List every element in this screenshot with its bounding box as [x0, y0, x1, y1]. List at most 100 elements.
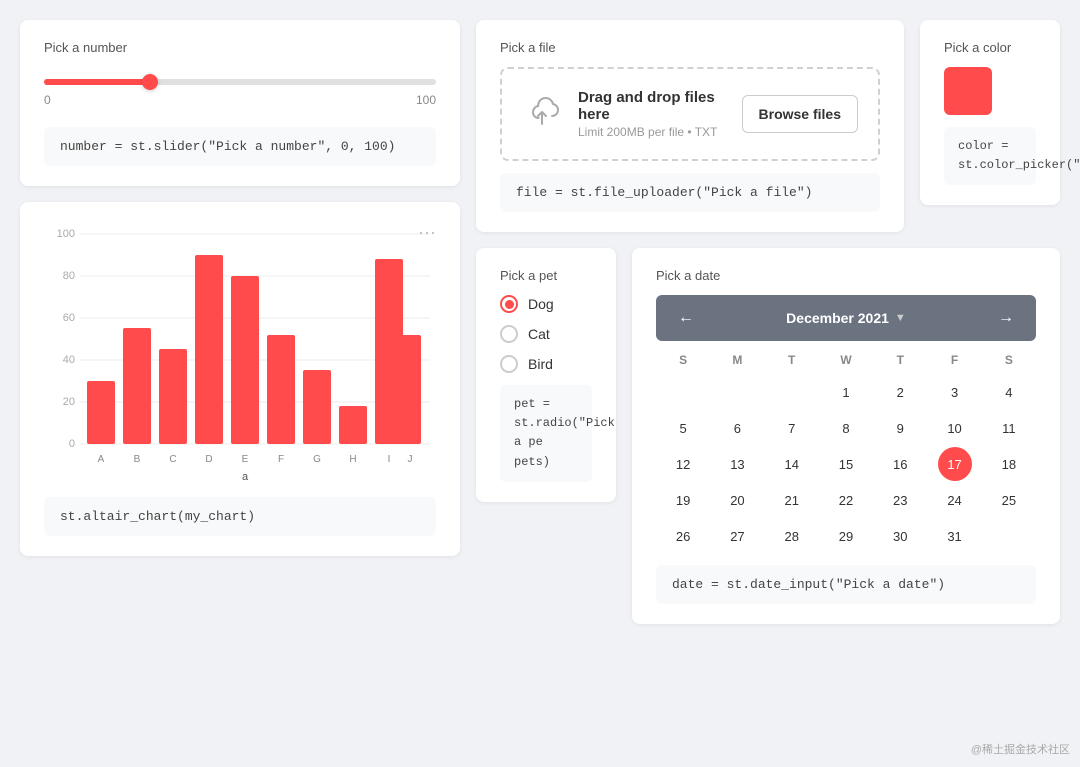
cal-day-8[interactable]: 8 — [829, 411, 863, 445]
radio-code: pet = st.radio("Pick a pe pets) — [500, 385, 592, 482]
cal-day-7[interactable]: 7 — [775, 411, 809, 445]
slider-label: Pick a number — [44, 40, 436, 55]
cal-day-5[interactable]: 5 — [666, 411, 700, 445]
pet-radio-card: Pick a pet Dog Cat Bird — [476, 248, 616, 502]
svg-text:J: J — [408, 454, 413, 465]
chart-container: 100 80 60 40 20 0 — [44, 222, 436, 485]
browse-files-button[interactable]: Browse files — [742, 95, 858, 133]
cal-day-29[interactable]: 29 — [829, 519, 863, 553]
calendar-grid: 1234567891011121314151617181920212223242… — [656, 375, 1036, 553]
svg-text:E: E — [242, 454, 249, 465]
file-limit: Limit 200MB per file • TXT — [578, 125, 726, 139]
calendar-month-text: December 2021 — [786, 310, 889, 326]
calendar-prev-button[interactable]: ← — [670, 305, 702, 331]
radio-circle-cat[interactable] — [500, 325, 518, 343]
svg-text:C: C — [169, 454, 176, 465]
calendar-label: Pick a date — [656, 268, 1036, 283]
cal-day-12[interactable]: 12 — [666, 447, 700, 481]
cal-day-15[interactable]: 15 — [829, 447, 863, 481]
cal-day-2[interactable]: 2 — [883, 375, 917, 409]
file-uploader-code: file = st.file_uploader("Pick a file") — [500, 173, 880, 212]
color-picker-code: color = st.color_picker("Pi — [944, 127, 1036, 185]
calendar-month: December 2021 ▼ — [786, 310, 906, 326]
radio-group: Dog Cat Bird — [500, 295, 592, 373]
radio-inner-dog — [505, 300, 514, 309]
slider-fill — [44, 79, 150, 85]
calendar-days-of-week: S M T W T F S — [656, 349, 1036, 371]
cal-day-20[interactable]: 20 — [720, 483, 754, 517]
cal-day-25[interactable]: 25 — [992, 483, 1026, 517]
slider-container[interactable]: 0 100 — [44, 67, 436, 115]
radio-circle-bird[interactable] — [500, 355, 518, 373]
cal-empty — [720, 375, 754, 409]
cal-day-11[interactable]: 11 — [992, 411, 1026, 445]
radio-item-cat[interactable]: Cat — [500, 325, 592, 343]
cal-day-13[interactable]: 13 — [720, 447, 754, 481]
bottom-row: Pick a pet Dog Cat Bird — [476, 248, 1060, 624]
dow-thu: T — [873, 349, 927, 371]
color-code-line1: color = — [958, 139, 1008, 153]
cal-day-18[interactable]: 18 — [992, 447, 1026, 481]
dow-sun: S — [656, 349, 710, 371]
cal-day-14[interactable]: 14 — [775, 447, 809, 481]
radio-circle-dog[interactable] — [500, 295, 518, 313]
svg-text:20: 20 — [63, 396, 75, 408]
drag-text: Drag and drop files here — [578, 89, 726, 123]
slider-min: 0 — [44, 93, 51, 107]
cal-day-4[interactable]: 4 — [992, 375, 1026, 409]
dow-sat: S — [982, 349, 1036, 371]
cal-day-28[interactable]: 28 — [775, 519, 809, 553]
svg-text:B: B — [134, 454, 141, 465]
file-uploader-label: Pick a file — [500, 40, 880, 55]
radio-label-dog: Dog — [528, 296, 554, 312]
chart-area: ··· 100 80 60 40 20 0 — [44, 222, 436, 485]
bar-chart: 100 80 60 40 20 0 — [44, 222, 436, 482]
file-uploader-card: Pick a file Drag and drop files here Lim… — [476, 20, 904, 232]
cal-day-19[interactable]: 19 — [666, 483, 700, 517]
dow-mon: M — [710, 349, 764, 371]
svg-text:G: G — [313, 454, 321, 465]
cal-day-22[interactable]: 22 — [829, 483, 863, 517]
cal-day-17[interactable]: 17 — [938, 447, 972, 481]
slider-track[interactable] — [44, 79, 436, 85]
svg-text:H: H — [349, 454, 356, 465]
chart-options-icon[interactable]: ··· — [418, 222, 436, 243]
cal-day-26[interactable]: 26 — [666, 519, 700, 553]
cal-day-27[interactable]: 27 — [720, 519, 754, 553]
slider-max: 100 — [416, 93, 436, 107]
radio-code-line2: st.radio("Pick a pe — [514, 416, 615, 449]
color-picker-label: Pick a color — [944, 40, 1036, 55]
cal-day-3[interactable]: 3 — [938, 375, 972, 409]
calendar-next-button[interactable]: → — [990, 305, 1022, 331]
cal-day-30[interactable]: 30 — [883, 519, 917, 553]
cal-day-24[interactable]: 24 — [938, 483, 972, 517]
cal-day-16[interactable]: 16 — [883, 447, 917, 481]
drop-text-area: Drag and drop files here Limit 200MB per… — [578, 89, 726, 139]
cal-day-10[interactable]: 10 — [938, 411, 972, 445]
slider-code: number = st.slider("Pick a number", 0, 1… — [44, 127, 436, 166]
svg-text:F: F — [278, 454, 284, 465]
cal-day-6[interactable]: 6 — [720, 411, 754, 445]
drop-zone[interactable]: Drag and drop files here Limit 200MB per… — [500, 67, 880, 161]
cal-day-23[interactable]: 23 — [883, 483, 917, 517]
svg-text:80: 80 — [63, 270, 75, 282]
calendar-chevron-down-icon[interactable]: ▼ — [895, 312, 906, 324]
slider-card: Pick a number 0 100 number = st.slider("… — [20, 20, 460, 186]
slider-range: 0 100 — [44, 93, 436, 107]
cal-empty — [775, 375, 809, 409]
radio-item-dog[interactable]: Dog — [500, 295, 592, 313]
color-swatch[interactable] — [944, 67, 992, 115]
radio-item-bird[interactable]: Bird — [500, 355, 592, 373]
cal-day-31[interactable]: 31 — [938, 519, 972, 553]
radio-code-line1: pet = — [514, 397, 550, 411]
cal-day-1[interactable]: 1 — [829, 375, 863, 409]
svg-text:0: 0 — [69, 438, 75, 450]
svg-text:I: I — [388, 454, 391, 465]
slider-thumb[interactable] — [142, 74, 158, 90]
svg-text:100: 100 — [57, 228, 75, 240]
cal-day-9[interactable]: 9 — [883, 411, 917, 445]
color-code-line2: st.color_picker("Pi — [958, 158, 1080, 172]
cal-day-21[interactable]: 21 — [775, 483, 809, 517]
radio-label-bird: Bird — [528, 356, 553, 372]
dow-fri: F — [927, 349, 981, 371]
